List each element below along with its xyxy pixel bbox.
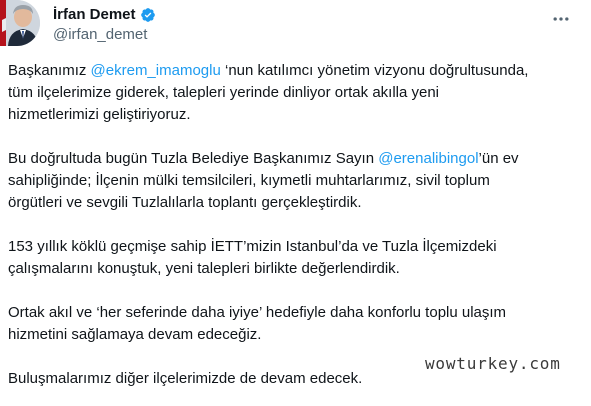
avatar[interactable] <box>0 0 40 46</box>
mention-link[interactable]: @ekrem_imamoglu <box>91 62 221 79</box>
mention-link[interactable]: @erenalibingol <box>378 150 478 167</box>
tweet-paragraph: 153 yıllık köklü geçmişe sahip İETT’mizi… <box>8 238 497 277</box>
tweet-text: Başkanımız @ekrem_imamoglu ‘nun katılımc… <box>8 60 588 390</box>
author-name-row[interactable]: İrfan Demet <box>53 5 156 25</box>
tweet-header: İrfan Demet @irfan_demet <box>0 0 591 52</box>
tweet-text-segment: Bu doğrultuda bugün Tuzla Belediye Başka… <box>8 150 379 167</box>
more-options-icon <box>553 17 569 21</box>
tweet-paragraph: Bu doğrultuda bugün Tuzla Belediye Başka… <box>8 148 588 214</box>
watermark: wowturkey.com <box>425 354 561 373</box>
tweet-paragraph: Başkanımız @ekrem_imamoglu ‘nun katılımc… <box>8 60 588 126</box>
profile-photo-avatar <box>0 0 40 46</box>
tweet-paragraph: Ortak akıl ve ‘her seferinde daha iyiye’… <box>8 304 507 343</box>
author-display-name[interactable]: İrfan Demet <box>53 5 136 25</box>
verified-badge-icon <box>140 7 156 23</box>
tweet-text-segment: Başkanımız <box>8 62 91 79</box>
author-handle[interactable]: @irfan_demet <box>53 25 147 45</box>
more-options-button[interactable] <box>549 7 573 31</box>
